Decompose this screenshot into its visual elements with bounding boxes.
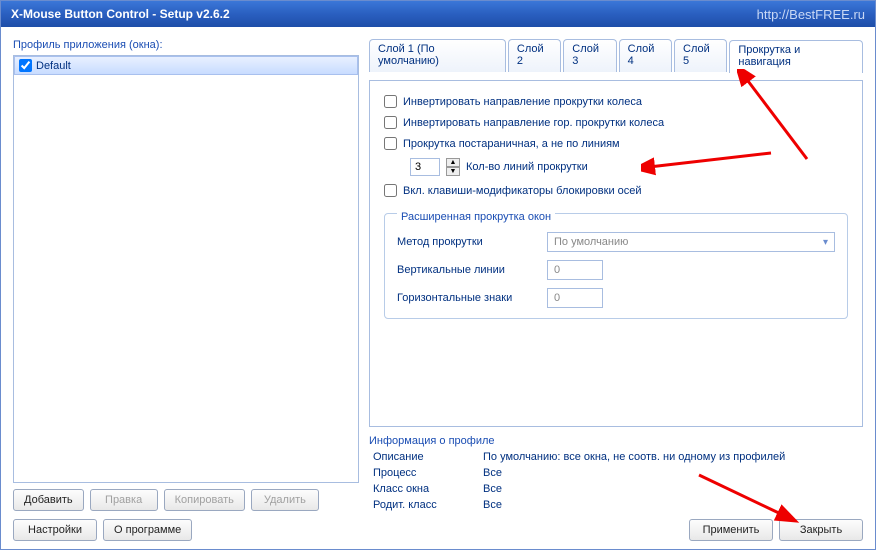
tab-layer3[interactable]: Слой 3 bbox=[563, 39, 616, 72]
about-button[interactable]: О программе bbox=[103, 519, 192, 541]
add-button[interactable]: Добавить bbox=[13, 489, 84, 511]
page-scroll-row[interactable]: Прокрутка постараничная, а не по линиям bbox=[384, 137, 848, 150]
app-window: X-Mouse Button Control - Setup v2.6.2 ht… bbox=[0, 0, 876, 550]
window-title: X-Mouse Button Control - Setup v2.6.2 bbox=[11, 7, 230, 21]
horz-chars-label: Горизонтальные знаки bbox=[397, 292, 547, 304]
vert-lines-input bbox=[547, 260, 603, 280]
settings-button[interactable]: Настройки bbox=[13, 519, 97, 541]
titlebar: X-Mouse Button Control - Setup v2.6.2 ht… bbox=[1, 1, 875, 27]
chevron-down-icon: ▾ bbox=[823, 237, 828, 248]
page-scroll-checkbox[interactable] bbox=[384, 137, 397, 150]
tab-layer5[interactable]: Слой 5 bbox=[674, 39, 727, 72]
tab-layer4[interactable]: Слой 4 bbox=[619, 39, 672, 72]
invert-wheel-row[interactable]: Инвертировать направление прокрутки коле… bbox=[384, 95, 848, 108]
method-combo[interactable]: По умолчанию ▾ bbox=[547, 232, 835, 252]
method-label: Метод прокрутки bbox=[397, 236, 547, 248]
info-proc-value: Все bbox=[483, 467, 863, 479]
delete-button: Удалить bbox=[251, 489, 319, 511]
tab-layer2[interactable]: Слой 2 bbox=[508, 39, 561, 72]
invert-hwheel-checkbox[interactable] bbox=[384, 116, 397, 129]
edit-button: Правка bbox=[90, 489, 158, 511]
lock-axis-checkbox[interactable] bbox=[384, 184, 397, 197]
invert-wheel-label: Инвертировать направление прокрутки коле… bbox=[403, 96, 642, 108]
profile-checkbox[interactable] bbox=[19, 59, 32, 72]
tabs: Слой 1 (По умолчанию) Слой 2 Слой 3 Слой… bbox=[369, 39, 863, 72]
profile-info: Информация о профиле Описание По умолчан… bbox=[369, 435, 863, 511]
apply-button[interactable]: Применить bbox=[689, 519, 773, 541]
invert-hwheel-label: Инвертировать направление гор. прокрутки… bbox=[403, 117, 664, 129]
info-desc-value: По умолчанию: все окна, не соотв. ни одн… bbox=[483, 451, 863, 463]
lines-row: ▲ ▼ Кол-во линий прокрутки bbox=[410, 158, 848, 176]
profile-name: Default bbox=[36, 60, 71, 72]
invert-hwheel-row[interactable]: Инвертировать направление гор. прокрутки… bbox=[384, 116, 848, 129]
spin-down-icon[interactable]: ▼ bbox=[446, 167, 460, 176]
invert-wheel-checkbox[interactable] bbox=[384, 95, 397, 108]
lock-axis-row[interactable]: Вкл. клавиши-модификаторы блокировки осе… bbox=[384, 184, 848, 197]
info-parent-value: Все bbox=[483, 499, 863, 511]
page-scroll-label: Прокрутка постараничная, а не по линиям bbox=[403, 138, 620, 150]
lines-label: Кол-во линий прокрутки bbox=[466, 161, 588, 173]
info-proc-label: Процесс bbox=[373, 467, 483, 479]
scroll-nav-pane: Инвертировать направление прокрутки коле… bbox=[369, 80, 863, 427]
copy-button: Копировать bbox=[164, 489, 245, 511]
profile-info-title: Информация о профиле bbox=[369, 435, 863, 447]
close-button[interactable]: Закрыть bbox=[779, 519, 863, 541]
info-class-value: Все bbox=[483, 483, 863, 495]
tab-layer1[interactable]: Слой 1 (По умолчанию) bbox=[369, 39, 506, 72]
tab-scroll-nav[interactable]: Прокрутка и навигация bbox=[729, 40, 863, 73]
bottom-bar: Настройки О программе Применить Закрыть bbox=[13, 519, 863, 541]
profiles-listbox[interactable]: Default bbox=[13, 55, 359, 483]
info-desc-label: Описание bbox=[373, 451, 483, 463]
lines-input[interactable] bbox=[410, 158, 440, 176]
spin-up-icon[interactable]: ▲ bbox=[446, 158, 460, 167]
lock-axis-label: Вкл. клавиши-модификаторы блокировки осе… bbox=[403, 185, 642, 197]
advanced-scroll-title: Расширенная прокрутка окон bbox=[397, 211, 555, 223]
watermark-url: http://BestFREE.ru bbox=[757, 7, 865, 22]
lines-spinner: ▲ ▼ bbox=[446, 158, 460, 176]
info-class-label: Класс окна bbox=[373, 483, 483, 495]
advanced-scroll-group: Расширенная прокрутка окон Метод прокрут… bbox=[384, 213, 848, 319]
vert-lines-label: Вертикальные линии bbox=[397, 264, 547, 276]
method-value: По умолчанию bbox=[554, 236, 628, 248]
info-parent-label: Родит. класс bbox=[373, 499, 483, 511]
profiles-label: Профиль приложения (окна): bbox=[13, 39, 359, 51]
horz-chars-input bbox=[547, 288, 603, 308]
list-item[interactable]: Default bbox=[14, 56, 358, 75]
